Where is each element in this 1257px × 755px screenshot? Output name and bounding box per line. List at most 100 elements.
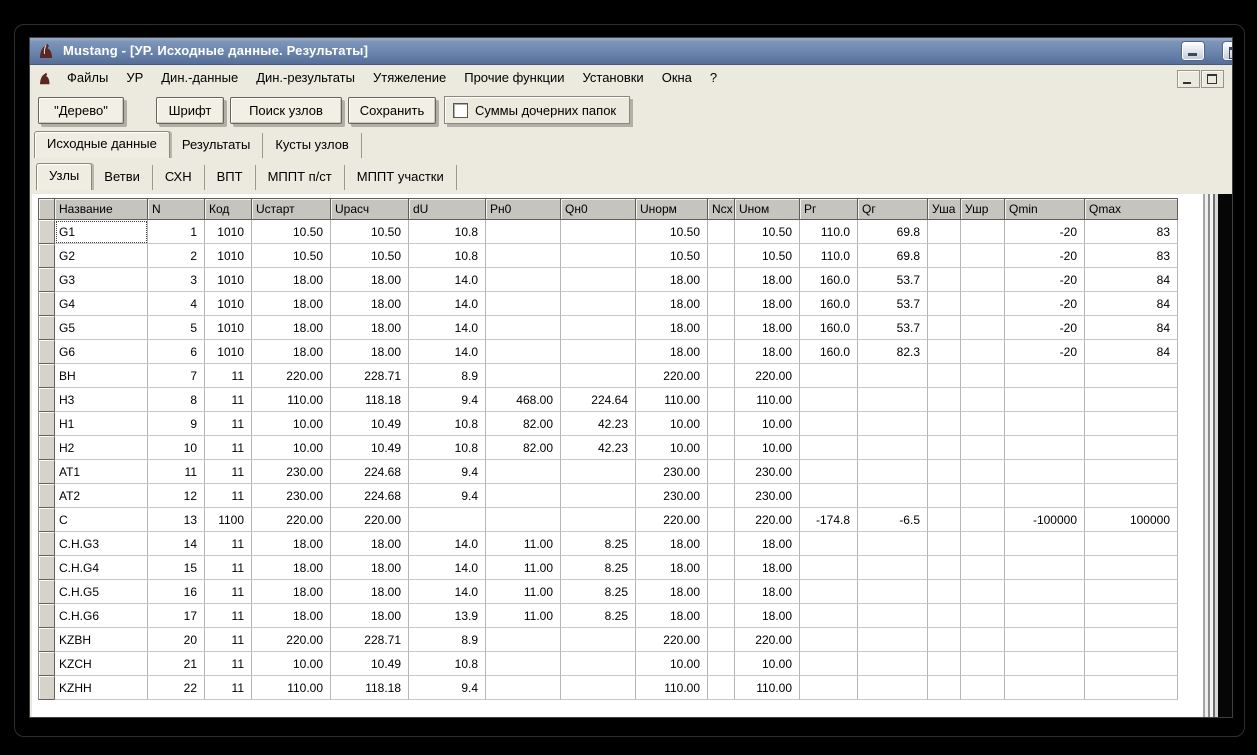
cell-qmin[interactable] (1005, 532, 1085, 556)
tab-results[interactable]: Результаты (170, 133, 264, 158)
cell-urasch[interactable]: 10.50 (331, 244, 409, 268)
tab-branches[interactable]: Ветви (92, 165, 153, 190)
cell-unom[interactable]: 10.00 (735, 412, 800, 436)
cell-n[interactable]: 13 (148, 508, 205, 532)
cell-qg[interactable] (858, 628, 928, 652)
cell-unorm[interactable]: 110.00 (636, 676, 708, 700)
row-selector[interactable] (38, 556, 55, 580)
cell-name[interactable]: ВН (55, 364, 148, 388)
cell-n[interactable]: 2 (148, 244, 205, 268)
cell-kod[interactable]: 1010 (205, 220, 252, 244)
mdi-minimize-button[interactable] (1177, 70, 1200, 88)
column-header-qn0[interactable]: Qн0 (561, 198, 636, 220)
cell-pg[interactable] (800, 460, 858, 484)
cell-kod[interactable]: 11 (205, 604, 252, 628)
column-header-unom[interactable]: Uном (735, 198, 800, 220)
cell-n[interactable]: 11 (148, 460, 205, 484)
cell-du[interactable]: 10.8 (409, 220, 486, 244)
cell-usha[interactable] (928, 604, 961, 628)
cell-usha[interactable] (928, 652, 961, 676)
cell-pn0[interactable] (486, 220, 561, 244)
cell-qmin[interactable] (1005, 652, 1085, 676)
cell-pn0[interactable] (486, 484, 561, 508)
cell-qmax[interactable] (1085, 676, 1178, 700)
cell-ustart[interactable]: 18.00 (252, 604, 331, 628)
row-selector[interactable] (38, 292, 55, 316)
cell-qn0[interactable] (561, 244, 636, 268)
cell-qmax[interactable]: 84 (1085, 268, 1178, 292)
cell-usha[interactable] (928, 628, 961, 652)
cell-ushr[interactable] (961, 364, 1005, 388)
cell-unom[interactable]: 18.00 (735, 292, 800, 316)
cell-du[interactable]: 9.4 (409, 388, 486, 412)
cell-usha[interactable] (928, 268, 961, 292)
save-button[interactable]: Сохранить (348, 97, 436, 124)
cell-qmax[interactable] (1085, 436, 1178, 460)
cell-ustart[interactable]: 220.00 (252, 364, 331, 388)
cell-n[interactable]: 5 (148, 316, 205, 340)
cell-urasch[interactable]: 10.49 (331, 652, 409, 676)
cell-unom[interactable]: 18.00 (735, 604, 800, 628)
cell-qn0[interactable] (561, 268, 636, 292)
cell-qmax[interactable] (1085, 556, 1178, 580)
cell-qn0[interactable]: 8.25 (561, 604, 636, 628)
mustang-horse-icon[interactable] (37, 42, 55, 60)
cell-du[interactable]: 9.4 (409, 676, 486, 700)
cell-unom[interactable]: 110.00 (735, 388, 800, 412)
cell-qg[interactable]: 82.3 (858, 340, 928, 364)
mdi-child-horse-icon[interactable] (36, 70, 53, 86)
cell-qg[interactable]: 53.7 (858, 268, 928, 292)
cell-unorm[interactable]: 10.00 (636, 412, 708, 436)
cell-kod[interactable]: 11 (205, 364, 252, 388)
cell-du[interactable]: 14.0 (409, 580, 486, 604)
cell-ushr[interactable] (961, 340, 1005, 364)
cell-usha[interactable] (928, 508, 961, 532)
row-selector[interactable] (38, 364, 55, 388)
cell-qmax[interactable] (1085, 388, 1178, 412)
cell-unom[interactable]: 220.00 (735, 508, 800, 532)
cell-qn0[interactable] (561, 508, 636, 532)
cell-qg[interactable]: 53.7 (858, 292, 928, 316)
cell-urasch[interactable]: 224.68 (331, 460, 409, 484)
column-header-du[interactable]: dU (409, 198, 486, 220)
cell-name[interactable]: Н3 (55, 388, 148, 412)
row-selector[interactable] (38, 508, 55, 532)
cell-qmax[interactable] (1085, 580, 1178, 604)
cell-qmin[interactable] (1005, 388, 1085, 412)
cell-unorm[interactable]: 18.00 (636, 316, 708, 340)
cell-ushr[interactable] (961, 268, 1005, 292)
cell-qg[interactable] (858, 604, 928, 628)
cell-name[interactable]: С.Н.G6 (55, 604, 148, 628)
cell-pn0[interactable] (486, 292, 561, 316)
cell-qmin[interactable]: -20 (1005, 316, 1085, 340)
cell-name[interactable]: KZBH (55, 628, 148, 652)
menu-item-ur[interactable]: УР (117, 67, 152, 89)
cell-qmin[interactable] (1005, 364, 1085, 388)
cell-qg[interactable] (858, 388, 928, 412)
cell-usha[interactable] (928, 340, 961, 364)
cell-unorm[interactable]: 230.00 (636, 460, 708, 484)
cell-pg[interactable]: -174.8 (800, 508, 858, 532)
cell-ustart[interactable]: 10.00 (252, 652, 331, 676)
cell-urasch[interactable]: 228.71 (331, 364, 409, 388)
cell-unom[interactable]: 220.00 (735, 364, 800, 388)
column-header-n[interactable]: N (148, 198, 205, 220)
cell-qn0[interactable]: 42.23 (561, 412, 636, 436)
cell-urasch[interactable]: 118.18 (331, 388, 409, 412)
cell-name[interactable]: G2 (55, 244, 148, 268)
cell-unom[interactable]: 18.00 (735, 580, 800, 604)
cell-qg[interactable]: -6.5 (858, 508, 928, 532)
menu-item-weighting[interactable]: Утяжеление (364, 67, 455, 89)
cell-unorm[interactable]: 18.00 (636, 532, 708, 556)
cell-pn0[interactable] (486, 508, 561, 532)
cell-pg[interactable] (800, 484, 858, 508)
cell-name[interactable]: С.Н.G4 (55, 556, 148, 580)
column-header-qmax[interactable]: Qmax (1085, 198, 1178, 220)
cell-pn0[interactable]: 82.00 (486, 436, 561, 460)
cell-usha[interactable] (928, 292, 961, 316)
cell-ustart[interactable]: 18.00 (252, 340, 331, 364)
cell-qg[interactable] (858, 436, 928, 460)
tab-nodes[interactable]: Узлы (36, 163, 93, 190)
cell-unorm[interactable]: 10.00 (636, 436, 708, 460)
cell-pg[interactable] (800, 532, 858, 556)
